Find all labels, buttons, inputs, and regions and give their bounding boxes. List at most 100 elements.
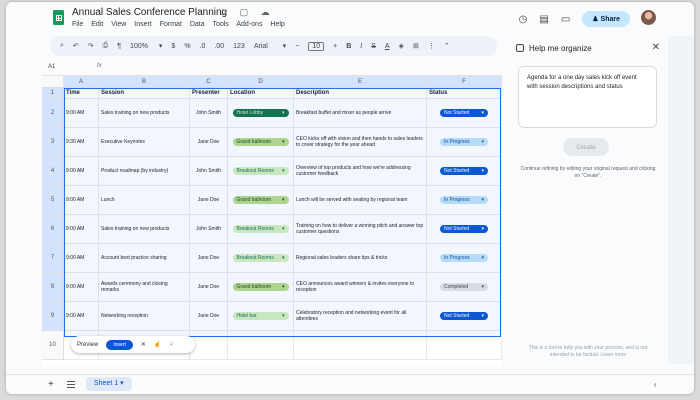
history-icon[interactable]: ◷ (519, 14, 528, 25)
header-cell-time[interactable]: Time (64, 88, 99, 99)
insert-button[interactable]: Insert (106, 339, 133, 350)
number-format-button[interactable]: 123 (233, 43, 245, 50)
cell-status[interactable]: In Progress (427, 244, 502, 273)
cell-description[interactable]: CEO announces award winners & invites ev… (294, 273, 427, 302)
cell-session[interactable]: Lunch (99, 186, 190, 215)
cell-location[interactable]: Hotel bar (228, 302, 294, 331)
cell-location[interactable]: Breakout Rooms (228, 244, 294, 273)
cell-time[interactable]: 9:00 AM (64, 244, 99, 273)
column-header-c[interactable]: C (190, 76, 228, 88)
status-chip[interactable]: Not Started (440, 312, 488, 320)
cell-time[interactable]: 9:00 AM (64, 215, 99, 244)
font-size-decrease-button[interactable]: − (295, 43, 299, 50)
cell-description[interactable]: CEO kicks off with vision and then hands… (294, 128, 427, 157)
header-cell-session[interactable]: Session (99, 88, 190, 99)
cell-presenter[interactable]: John Smith (190, 99, 228, 128)
cell-session[interactable]: Networking reception (99, 302, 190, 331)
cell-presenter[interactable]: Jane Doe (190, 244, 228, 273)
row-header-2[interactable]: 2 (42, 99, 64, 128)
meet-icon[interactable]: ▭ (561, 14, 570, 25)
collapse-panel-icon[interactable]: ‹ (654, 380, 657, 389)
cell-time[interactable]: 9:00 AM (64, 186, 99, 215)
empty-cell[interactable] (427, 331, 502, 360)
percent-format-button[interactable]: % (184, 43, 190, 50)
row-header-9[interactable]: 9 (42, 302, 64, 331)
header-cell-presenter[interactable]: Presenter (190, 88, 228, 99)
cell-presenter[interactable]: Jane Doe (190, 302, 228, 331)
avatar[interactable] (641, 10, 656, 25)
status-chip[interactable]: Not Started (440, 225, 488, 233)
redo-icon[interactable]: ↷ (88, 42, 94, 50)
row-header-4[interactable]: 4 (42, 157, 64, 186)
italic-button[interactable]: I (360, 43, 362, 50)
zoom-select[interactable]: 100% ▾ (130, 42, 162, 50)
all-sheets-icon[interactable] (67, 381, 75, 388)
borders-icon[interactable]: ⊞ (413, 42, 419, 50)
bold-button[interactable]: B (346, 43, 351, 50)
sheet-tab[interactable]: Sheet 1 ▾ (86, 377, 132, 391)
cell-description[interactable]: Training on how to deliver a winning pit… (294, 215, 427, 244)
strikethrough-button[interactable]: S (371, 43, 376, 50)
location-chip[interactable]: Breakout Rooms (232, 225, 289, 233)
menu-addons[interactable]: Add-ons (236, 21, 262, 28)
cell-status[interactable]: Not Started (427, 99, 502, 128)
cell-status[interactable]: Not Started (427, 215, 502, 244)
row-header-8[interactable]: 8 (42, 273, 64, 302)
search-menus-icon[interactable]: ⌕ (60, 42, 64, 50)
row-header-3[interactable]: 3 (42, 128, 64, 157)
print-icon[interactable]: ⎙ (103, 42, 109, 50)
share-button[interactable]: ♟ Share (582, 11, 630, 27)
name-box[interactable]: A1 (48, 64, 55, 70)
cell-description[interactable]: Breakfast buffet and mixer as people arr… (294, 99, 427, 128)
cell-session[interactable]: Executive Keynotes (99, 128, 190, 157)
empty-cell[interactable] (228, 331, 294, 360)
location-chip[interactable]: Breakout Rooms (232, 167, 289, 175)
cell-presenter[interactable]: Jane Doe (190, 186, 228, 215)
row-header-7[interactable]: 7 (42, 244, 64, 273)
column-header-a[interactable]: A (64, 76, 99, 88)
location-chip[interactable]: Hotel Lobby (232, 109, 289, 117)
close-panel-button[interactable]: ✕ (652, 42, 660, 53)
star-move-cloud-icons[interactable]: ☆ ▢ ☁ (219, 7, 275, 18)
menu-tools[interactable]: Tools (212, 21, 228, 28)
column-header-e[interactable]: E (294, 76, 427, 88)
status-chip[interactable]: Not Started (440, 109, 488, 117)
column-header-d[interactable]: D (228, 76, 294, 88)
status-chip[interactable]: In Progress (440, 254, 488, 262)
menu-edit[interactable]: Edit (91, 21, 103, 28)
location-chip[interactable]: Grand ballroom (232, 196, 289, 204)
cell-session[interactable]: Sales training on new products (99, 215, 190, 244)
cell-location[interactable]: Hotel Lobby (228, 99, 294, 128)
column-header-b[interactable]: B (99, 76, 190, 88)
cell-session[interactable]: Account best practice sharing (99, 244, 190, 273)
font-size-increase-button[interactable]: + (333, 43, 337, 50)
location-chip[interactable]: Hotel bar (232, 312, 289, 320)
cell-presenter[interactable]: Jane Doe (190, 128, 228, 157)
cell-location[interactable]: Breakout Rooms (228, 215, 294, 244)
font-select[interactable]: Arial ▾ (254, 42, 286, 50)
location-chip[interactable]: Grand ballroom (232, 283, 289, 291)
undo-icon[interactable]: ↶ (73, 42, 79, 50)
create-button[interactable]: Create (563, 138, 609, 156)
sheets-logo-icon[interactable] (53, 10, 64, 25)
header-cell-description[interactable]: Description (294, 88, 427, 99)
row-header-6[interactable]: 6 (42, 215, 64, 244)
cell-time[interactable]: 9:00 AM (64, 99, 99, 128)
cell-location[interactable]: Grand ballroom (228, 186, 294, 215)
cell-presenter[interactable]: John Smith (190, 215, 228, 244)
cell-status[interactable]: Not Started (427, 302, 502, 331)
status-chip[interactable]: In Progress (440, 138, 488, 146)
row-header-5[interactable]: 5 (42, 186, 64, 215)
menu-format[interactable]: Format (160, 21, 182, 28)
cell-time[interactable]: 9:00 AM (64, 302, 99, 331)
cell-description[interactable]: Lunch will be served with seating by reg… (294, 186, 427, 215)
location-chip[interactable]: Grand ballroom (232, 138, 289, 146)
menu-file[interactable]: File (72, 21, 83, 28)
cell-presenter[interactable]: John Smith (190, 157, 228, 186)
status-chip[interactable]: Not Started (440, 167, 488, 175)
cell-location[interactable]: Grand ballroom (228, 273, 294, 302)
cell-status[interactable]: In Progress (427, 186, 502, 215)
increase-decimal-button[interactable]: .00 (214, 43, 224, 50)
empty-cell[interactable] (190, 331, 228, 360)
cell-location[interactable]: Breakout Rooms (228, 157, 294, 186)
